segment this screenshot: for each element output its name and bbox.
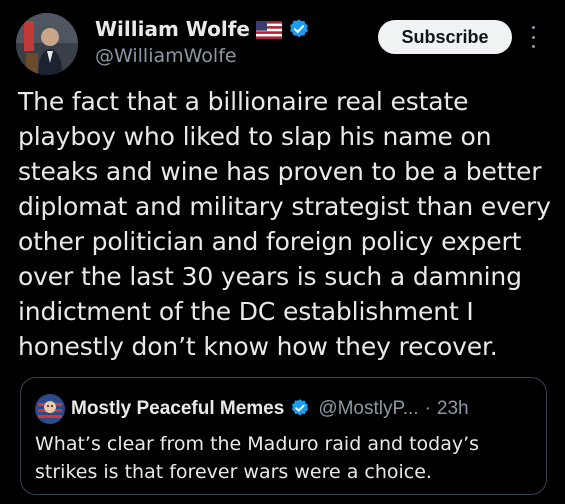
us-flag-icon [256,20,282,39]
quoted-post-text: What’s clear from the Maduro raid and to… [35,430,535,486]
author-name-row[interactable]: William Wolfe [95,17,310,41]
author-name[interactable]: William Wolfe [95,17,250,41]
quoted-line: strikes is that forever wars were a choi… [35,461,432,483]
quoted-author-name[interactable]: Mostly Peaceful Memes [71,398,284,420]
post-text: The fact that a billionaire real estate … [18,84,553,364]
more-vertical-icon[interactable] [528,26,538,48]
post-line: honestly don’t know how they recover. [18,332,498,361]
author-avatar[interactable] [16,13,78,75]
quoted-author-handle[interactable]: @MostlyP... [318,398,418,420]
verified-badge-icon[interactable] [288,18,310,40]
quoted-post[interactable]: Mostly Peaceful Memes @MostlyP... · 23h … [20,377,547,495]
quoted-post-header: Mostly Peaceful Memes @MostlyP... · 23h [35,394,469,424]
post-line: diplomat and military strategist than ev… [18,192,551,221]
post-line: indictment of the DC establishment I [18,297,474,326]
post-line: playboy who liked to slap his name on [18,122,492,151]
post-line: The fact that a billionaire real estate [18,87,469,116]
post-line: steaks and wine has proven to be a bette… [18,157,542,186]
subscribe-button[interactable]: Subscribe [378,20,512,54]
separator-dot: · [424,398,431,419]
quoted-avatar[interactable] [35,394,65,424]
verified-badge-icon[interactable] [290,398,312,420]
author-handle[interactable]: @WilliamWolfe [95,45,237,67]
quoted-timestamp[interactable]: 23h [437,398,469,420]
post-line: other politician and foreign policy expe… [18,227,522,256]
quoted-line: What’s clear from the Maduro raid and to… [35,433,480,455]
post-line: over the last 30 years is such a damning [18,262,522,291]
